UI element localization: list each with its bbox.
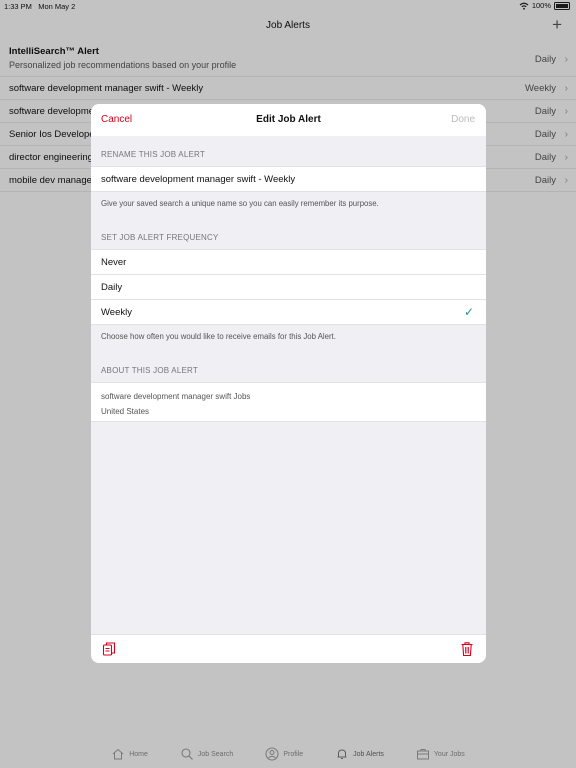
modal-toolbar (91, 634, 486, 663)
edit-job-alert-modal: Cancel Edit Job Alert Done RENAME THIS J… (91, 104, 486, 663)
alert-name-value: software development manager swift - Wee… (101, 174, 296, 185)
modal-title: Edit Job Alert (256, 114, 321, 125)
alert-name-field[interactable]: software development manager swift - Wee… (91, 166, 486, 192)
about-query: software development manager swift Jobs (101, 392, 251, 401)
done-button[interactable]: Done (451, 114, 475, 125)
section-header-about: ABOUT THIS JOB ALERT (101, 366, 198, 375)
about-location: United States (101, 407, 150, 416)
copy-icon[interactable] (102, 641, 116, 657)
frequency-option-label: Never (101, 257, 127, 268)
frequency-option-weekly[interactable]: Weekly ✓ (91, 299, 486, 325)
section-header-frequency: SET JOB ALERT FREQUENCY (101, 233, 219, 242)
frequency-option-never[interactable]: Never (91, 249, 486, 274)
frequency-option-label: Weekly (101, 307, 132, 318)
frequency-option-label: Daily (101, 282, 123, 293)
trash-icon[interactable] (460, 641, 474, 657)
frequency-option-daily[interactable]: Daily (91, 274, 486, 299)
rename-hint: Give your saved search a unique name so … (101, 199, 379, 208)
checkmark-icon: ✓ (463, 305, 474, 319)
about-cell: software development manager swift Jobs … (91, 382, 486, 422)
section-header-rename: RENAME THIS JOB ALERT (101, 150, 205, 159)
frequency-hint: Choose how often you would like to recei… (101, 332, 336, 341)
modal-header: Cancel Edit Job Alert Done (91, 104, 486, 136)
